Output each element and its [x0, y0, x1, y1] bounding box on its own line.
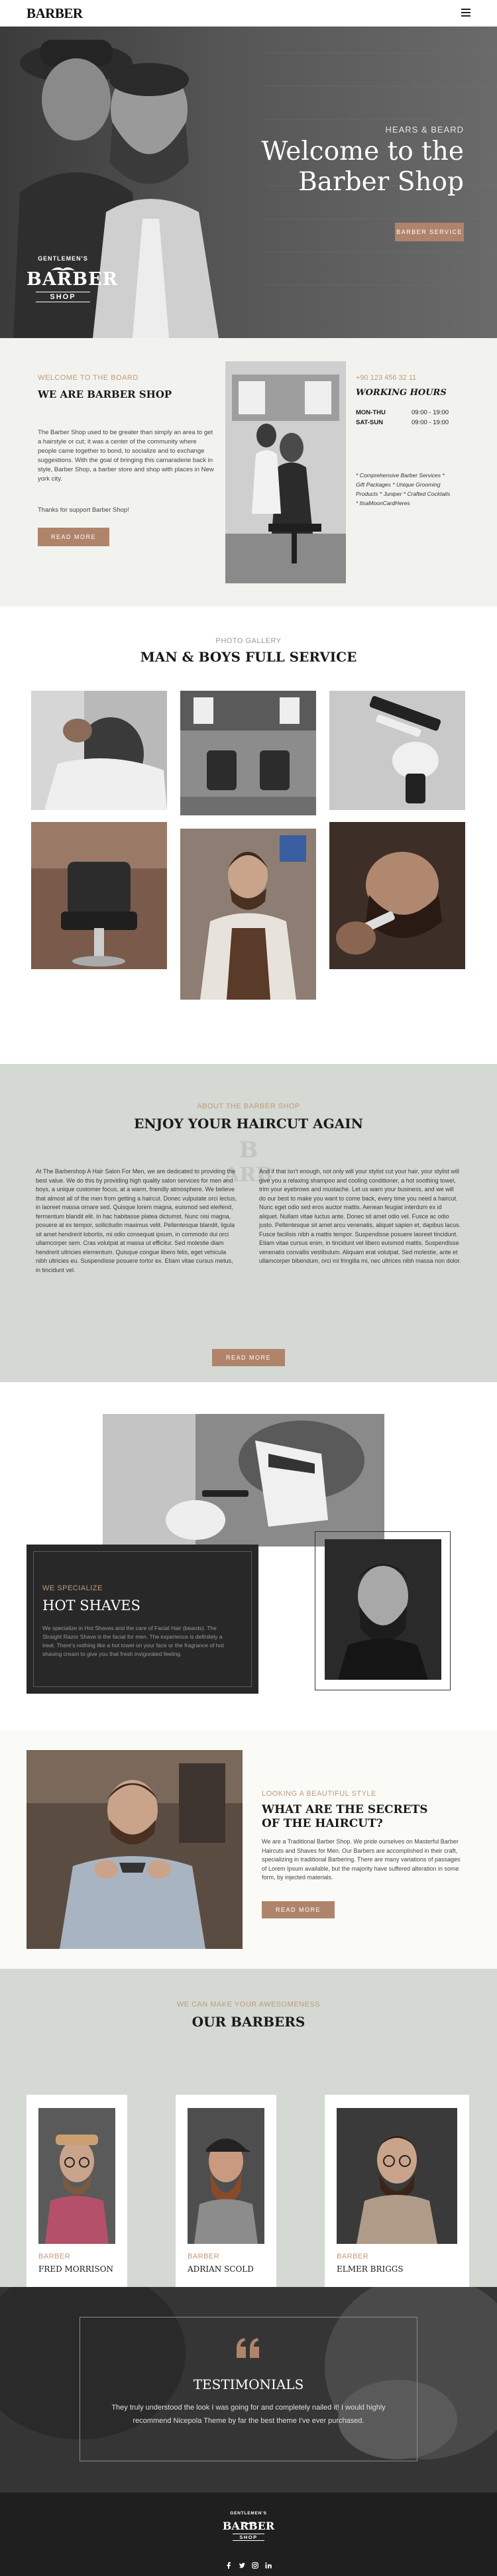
badge-bottom-text: SHOP	[36, 292, 90, 302]
social-icons	[225, 2560, 272, 2569]
footer-badge-middle: BARBER	[222, 2520, 275, 2532]
barber-role: BARBER	[38, 2253, 71, 2260]
man-adjusting-bowtie-image	[27, 1750, 243, 1949]
about-kicker: WELCOME TO THE BOARD	[38, 374, 138, 382]
about-thanks: Thanks for support Barber Shop!	[38, 506, 129, 514]
secrets-paragraph: We are a Traditional Barber Shop. We pri…	[262, 1838, 461, 1881]
services-line: * ItsaMoonCardHeres	[356, 500, 410, 506]
hot-shaves-card: WE SPECIALIZE HOT SHAVES We specialize i…	[27, 1545, 258, 1694]
barber-card[interactable]: BARBER ELMER BRIGGS	[325, 2095, 469, 2300]
testimonial-text: They truly understood the look I was goi…	[111, 2404, 386, 2425]
hero-badge-logo: GENTLEMEN'S BARBER SHOP	[27, 255, 119, 302]
shaves-paragraph: We specialize in Hot Shaves and the care…	[42, 1625, 224, 1657]
barber-name: FRED MORRISON	[38, 2264, 114, 2274]
linkedin-icon[interactable]	[265, 2560, 272, 2569]
haircut-column-1: At The Barbershop A Hair Salon For Men, …	[36, 1168, 237, 1273]
haircut-section: B ARB ABOUT THE BARBER SHOP ENJOY YOUR H…	[0, 1064, 497, 1382]
working-hours-title: WORKING HOURS	[356, 388, 447, 398]
gallery-title: MAN & BOYS FULL SERVICE	[140, 649, 357, 665]
testimonials-section: TESTIMONIALS They truly understood the l…	[0, 2287, 497, 2492]
gallery-image-shave[interactable]	[329, 822, 465, 969]
twitter-icon[interactable]	[239, 2560, 245, 2569]
secrets-title-line-2: OF THE HAIRCUT?	[262, 1817, 383, 1830]
instagram-icon[interactable]	[252, 2560, 258, 2569]
gallery-image-chairs[interactable]	[180, 691, 316, 815]
hours-day: MON-THU	[356, 409, 386, 416]
secrets-section: LOOKING A BEAUTIFUL STYLE WHAT ARE THE S…	[0, 1730, 497, 1969]
haircut-read-more-button[interactable]: READ MORE	[212, 1349, 285, 1366]
barber-photo	[38, 2108, 115, 2244]
footer: GENTLEMEN'S BARBER SHOP	[0, 2492, 497, 2576]
gallery-image-barber-portrait[interactable]	[180, 829, 316, 1000]
site-logo[interactable]: BARBER	[27, 5, 83, 22]
hero-title-line-1: Welcome to the	[261, 137, 464, 166]
barber-photo	[188, 2108, 264, 2244]
barbershop-interior-image	[225, 361, 346, 583]
hours-row: SAT-SUN 09:00 - 19:00	[356, 419, 449, 426]
barber-card[interactable]: BARBER ADRIAN SCOLD	[176, 2095, 276, 2300]
haircut-column-2: And if that isn't enough, not only will …	[259, 1168, 461, 1264]
about-read-more-button[interactable]: READ MORE	[38, 528, 109, 546]
about-title: WE ARE BARBER SHOP	[38, 388, 172, 400]
gallery-image-haircut[interactable]	[31, 691, 167, 810]
hot-shaves-section: WE SPECIALIZE HOT SHAVES We specialize i…	[0, 1382, 497, 1730]
mustache-icon	[50, 263, 76, 270]
secrets-read-more-button[interactable]: READ MORE	[262, 1901, 335, 1918]
barber-service-button[interactable]: BARBER SERVICE	[395, 223, 464, 241]
footer-badge-logo[interactable]: GENTLEMEN'S BARBER SHOP	[215, 2511, 282, 2541]
gallery-image-barber-chair[interactable]	[31, 822, 167, 969]
about-section: WELCOME TO THE BOARD WE ARE BARBER SHOP …	[0, 338, 497, 607]
card-inner-frame	[33, 1551, 252, 1687]
facebook-icon[interactable]	[225, 2560, 232, 2569]
hot-shave-image	[103, 1414, 384, 1547]
gallery-image-razor-brush[interactable]	[329, 691, 465, 810]
secrets-title-line-1: WHAT ARE THE SECRETS	[262, 1803, 428, 1816]
services-list: * Comprehensive Barber Services * Gift P…	[356, 471, 450, 508]
shaves-title: HOT SHAVES	[42, 1598, 140, 1613]
hero-kicker: HEARS & BEARD	[385, 125, 464, 135]
testimonials-title: TESTIMONIALS	[193, 2376, 304, 2392]
about-paragraph: The Barber Shop used to be greater than …	[38, 429, 214, 483]
services-line: * Comprehensive Barber Services *	[356, 472, 445, 479]
top-navigation-bar: BARBER	[0, 0, 497, 27]
bearded-man-portrait	[325, 1539, 441, 1680]
secrets-kicker: LOOKING A BEAUTIFUL STYLE	[262, 1790, 376, 1798]
badge-middle-text: BARBER	[27, 269, 119, 290]
barber-photo	[337, 2108, 457, 2244]
badge-top-text: GENTLEMEN'S	[38, 255, 88, 262]
hours-row: MON-THU 09:00 - 19:00	[356, 409, 449, 416]
shaves-kicker: WE SPECIALIZE	[42, 1584, 103, 1592]
barbers-title: OUR BARBERS	[192, 2014, 305, 2030]
services-line: Products * Juniper * Crafted Cocktails	[356, 491, 451, 497]
phone-number[interactable]: +90 123 456 32 11	[356, 374, 416, 382]
barbers-section: WE CAN MAKE YOUR AWESOMENESS OUR BARBERS…	[0, 1969, 497, 2300]
haircut-kicker: ABOUT THE BARBER SHOP	[197, 1102, 300, 1110]
barber-role: BARBER	[188, 2253, 220, 2260]
hero-title-line-2: Barber Shop	[298, 167, 464, 197]
barber-name: ADRIAN SCOLD	[188, 2264, 254, 2274]
footer-badge-bottom: SHOP	[233, 2534, 264, 2541]
hamburger-icon[interactable]	[461, 9, 470, 17]
gallery-section: PHOTO GALLERY MAN & BOYS FULL SERVICE	[0, 607, 497, 1064]
hours-time: 09:00 - 19:00	[412, 409, 449, 416]
hero-section: GENTLEMEN'S BARBER SHOP HEARS & BEARD We…	[0, 27, 497, 338]
barber-card[interactable]: BARBER FRED MORRISON	[27, 2095, 127, 2300]
barber-role: BARBER	[337, 2253, 369, 2260]
services-line: Gift Packages * Unique Grooming	[356, 481, 441, 488]
haircut-title: ENJOY YOUR HAIRCUT AGAIN	[134, 1116, 363, 1132]
gallery-kicker: PHOTO GALLERY	[215, 637, 282, 645]
barber-name: ELMER BRIGGS	[337, 2264, 404, 2274]
hours-day: SAT-SUN	[356, 419, 383, 426]
hours-time: 09:00 - 19:00	[412, 419, 449, 426]
quote-icon	[235, 2337, 262, 2359]
barbers-kicker: WE CAN MAKE YOUR AWESOMENESS	[176, 2001, 321, 2009]
footer-badge-top: GENTLEMEN'S	[230, 2511, 267, 2516]
